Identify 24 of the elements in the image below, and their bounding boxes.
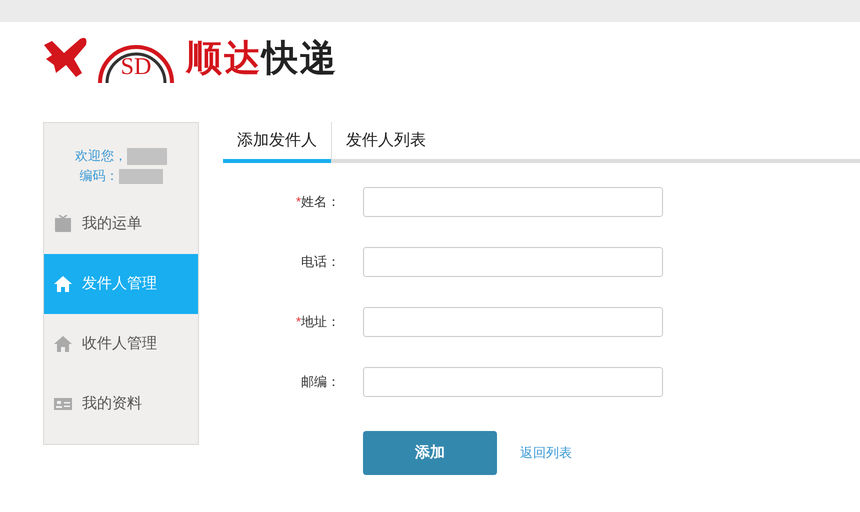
logo-badge: SD bbox=[96, 39, 176, 83]
welcome-text: 欢迎您， bbox=[75, 147, 127, 165]
field-label: *地址： bbox=[294, 313, 340, 332]
sidebar-item[interactable]: 我的资料 bbox=[44, 374, 198, 434]
sidebar-item[interactable]: 收件人管理 bbox=[44, 314, 198, 374]
home-icon bbox=[54, 335, 72, 353]
redacted-name bbox=[127, 148, 167, 164]
field-label: *姓名： bbox=[294, 193, 340, 212]
redacted-code bbox=[118, 168, 162, 184]
home-icon bbox=[54, 275, 72, 293]
brand-name: 快递 bbox=[262, 40, 338, 76]
field-label: 邮编： bbox=[300, 373, 340, 392]
field-label: 电话： bbox=[300, 253, 340, 272]
sidebar-item[interactable]: 我的运单 bbox=[44, 194, 198, 254]
gift-icon bbox=[54, 215, 72, 233]
code-label: 编码： bbox=[80, 167, 118, 185]
input-field[interactable] bbox=[363, 307, 663, 337]
add-button[interactable]: 添加 bbox=[363, 431, 497, 475]
tab[interactable]: 添加发件人 bbox=[223, 122, 331, 163]
input-field[interactable] bbox=[363, 247, 663, 277]
id-card-icon bbox=[54, 395, 72, 413]
input-field[interactable] bbox=[363, 367, 663, 397]
input-field[interactable] bbox=[363, 187, 663, 217]
tab[interactable]: 发件人列表 bbox=[331, 122, 440, 159]
